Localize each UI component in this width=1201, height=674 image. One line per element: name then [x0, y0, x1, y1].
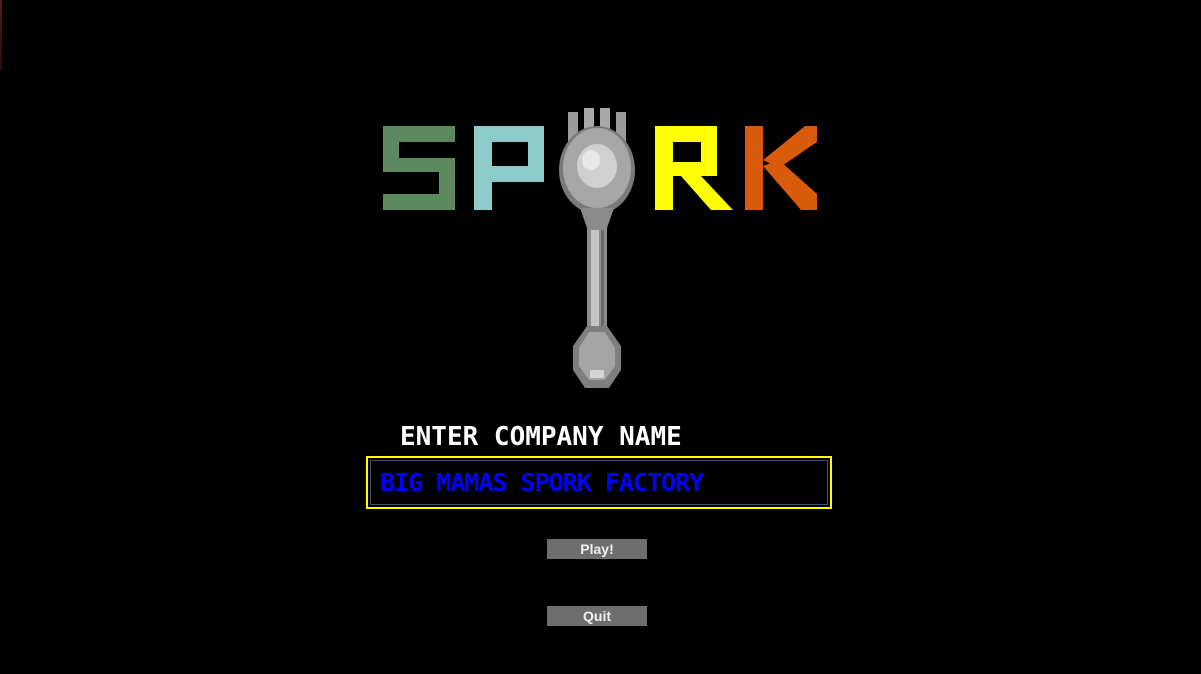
company-name-prompt: ENTER COMPANY NAME: [400, 422, 682, 452]
logo-letter-r: [655, 126, 733, 210]
quit-button[interactable]: Quit: [547, 606, 647, 626]
logo-letter-s: [383, 126, 455, 210]
title-screen: ENTER COMPANY NAME Play! Quit: [0, 0, 1201, 674]
logo-letter-k: [745, 126, 817, 210]
company-name-input[interactable]: [370, 460, 828, 505]
spork-logo: [375, 108, 825, 400]
window-edge: [0, 0, 2, 70]
play-button[interactable]: Play!: [547, 539, 647, 559]
spork-icon: [559, 108, 635, 388]
company-name-field-frame: [366, 456, 832, 509]
logo-letter-p: [474, 126, 544, 210]
